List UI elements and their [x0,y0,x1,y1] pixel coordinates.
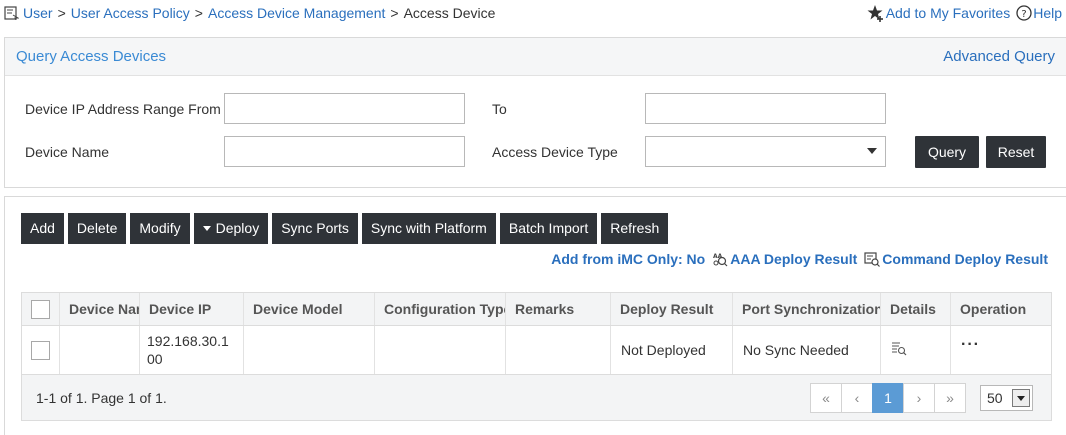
column-header-deploy-result[interactable]: Deploy Result [611,293,733,325]
device-name-label: Device Name [25,144,110,160]
breadcrumb-separator: > [194,5,203,21]
command-result-icon [864,252,881,267]
column-header-device-model[interactable]: Device Model [244,293,375,325]
ip-to-label: To [492,101,507,117]
column-header-remarks[interactable]: Remarks [506,293,611,325]
select-all-checkbox[interactable] [31,300,50,319]
breadcrumb-user-access-policy[interactable]: User Access Policy [71,5,190,21]
location-icon [4,6,19,20]
device-type-label: Access Device Type [492,144,618,160]
add-to-favorites-link[interactable]: Add to My Favorites [867,4,1011,22]
column-header-configuration-type[interactable]: Configuration Type [375,293,506,325]
command-result-label: Command Deploy Result [882,251,1048,267]
batch-import-button[interactable]: Batch Import [499,213,598,244]
cell-remarks [506,326,611,374]
breadcrumb: User > User Access Policy > Access Devic… [4,5,495,21]
sync-ports-button[interactable]: Sync Ports [272,213,358,244]
table-header: Device Name Device IP Device Model Confi… [22,293,1051,326]
breadcrumb-separator: > [57,5,66,21]
cell-device-model [244,326,375,374]
chevron-down-icon [867,148,877,154]
reset-button[interactable]: Reset [986,136,1046,168]
breadcrumb-separator: > [390,5,399,21]
breadcrumb-user[interactable]: User [23,5,53,21]
device-name-input[interactable] [224,136,465,167]
first-page-button[interactable]: « [810,383,842,413]
column-header-device-name[interactable]: Device Name [60,293,140,325]
toolbar: Add Delete Modify Deploy Sync Ports Sync… [21,213,672,244]
column-header-details: Details [881,293,951,325]
advanced-query-link[interactable]: Advanced Query [943,48,1055,65]
aaa-result-icon: AA [713,253,728,267]
column-header-operation: Operation [960,301,1027,317]
query-button[interactable]: Query [915,136,979,168]
pagination-info: 1-1 of 1. Page 1 of 1. [36,390,167,406]
result-links: Add from iMC Only: No AA AAA Deploy Resu… [544,251,1048,267]
breadcrumb-current: Access Device [403,5,496,21]
cell-device-name [60,326,140,374]
command-deploy-result-link[interactable]: Command Deploy Result [864,251,1048,267]
pagination: « ‹ 1 › » [810,383,966,413]
help-icon: ? [1016,5,1032,21]
cell-deploy-result: Not Deployed [611,326,733,374]
imc-only-link[interactable]: Add from iMC Only: No [551,251,705,267]
page-size-value: 50 [987,390,1003,406]
row-select-cell [22,326,60,374]
cell-configuration-type [375,326,506,374]
last-page-button[interactable]: » [934,383,966,413]
query-panel-title: Query Access Devices [16,48,167,65]
next-page-button[interactable]: › [903,383,935,413]
cell-device-ip: 192.168.30.1 00 [140,326,244,374]
add-button[interactable]: Add [21,213,64,244]
device-type-select[interactable] [645,136,886,167]
cell-details [881,326,951,374]
star-plus-icon [867,5,883,22]
device-ip-line2: 00 [147,351,163,367]
svg-text:AA: AA [713,253,723,260]
table-footer: 1-1 of 1. Page 1 of 1. « ‹ 1 › » 50 [22,375,1051,420]
cell-port-synchronization: No Sync Needed [733,326,881,374]
device-list-panel: Add Delete Modify Deploy Sync Ports Sync… [4,196,1066,435]
top-bar: User > User Access Policy > Access Devic… [0,0,1066,30]
aaa-result-label: AAA Deploy Result [730,251,858,267]
caret-down-icon [202,225,211,231]
deploy-label: Deploy [215,220,260,236]
favorites-label: Add to My Favorites [885,5,1011,21]
row-checkbox[interactable] [31,340,50,360]
aaa-deploy-result-link[interactable]: AA AAA Deploy Result [712,251,857,267]
sync-with-platform-button[interactable]: Sync with Platform [361,213,496,244]
chevron-down-icon [1012,389,1030,407]
modify-button[interactable]: Modify [130,213,190,244]
page-size-select[interactable]: 50 [980,385,1033,411]
page-1-button[interactable]: 1 [872,383,904,413]
previous-page-button[interactable]: ‹ [841,383,873,413]
query-panel-header: Query Access Devices Advanced Query [5,38,1066,76]
help-link[interactable]: ? Help [1016,5,1062,21]
ip-to-input[interactable] [645,93,886,124]
delete-button[interactable]: Delete [67,213,127,244]
table-row: 192.168.30.1 00 Not Deployed No Sync Nee… [22,326,1051,375]
ip-from-label: Device IP Address Range From [25,101,221,117]
select-all-cell [22,293,60,325]
breadcrumb-access-device-management[interactable]: Access Device Management [208,5,385,21]
ip-from-input[interactable] [224,93,465,124]
refresh-button[interactable]: Refresh [601,213,669,244]
help-label: Help [1033,5,1062,21]
svg-text:?: ? [1022,9,1027,20]
operation-menu-button[interactable]: ··· [951,326,1051,374]
device-ip-line1: 192.168.30.1 [147,333,229,349]
query-panel: Query Access Devices Advanced Query Devi… [4,37,1066,188]
details-icon[interactable] [891,340,907,356]
deploy-button[interactable]: Deploy [193,213,269,244]
device-table: Device Name Device IP Device Model Confi… [21,292,1052,421]
column-header-port-synchronization[interactable]: Port Synchronization [733,293,881,325]
column-header-device-ip[interactable]: Device IP [140,293,244,325]
top-links: Add to My Favorites ? Help [861,4,1062,22]
